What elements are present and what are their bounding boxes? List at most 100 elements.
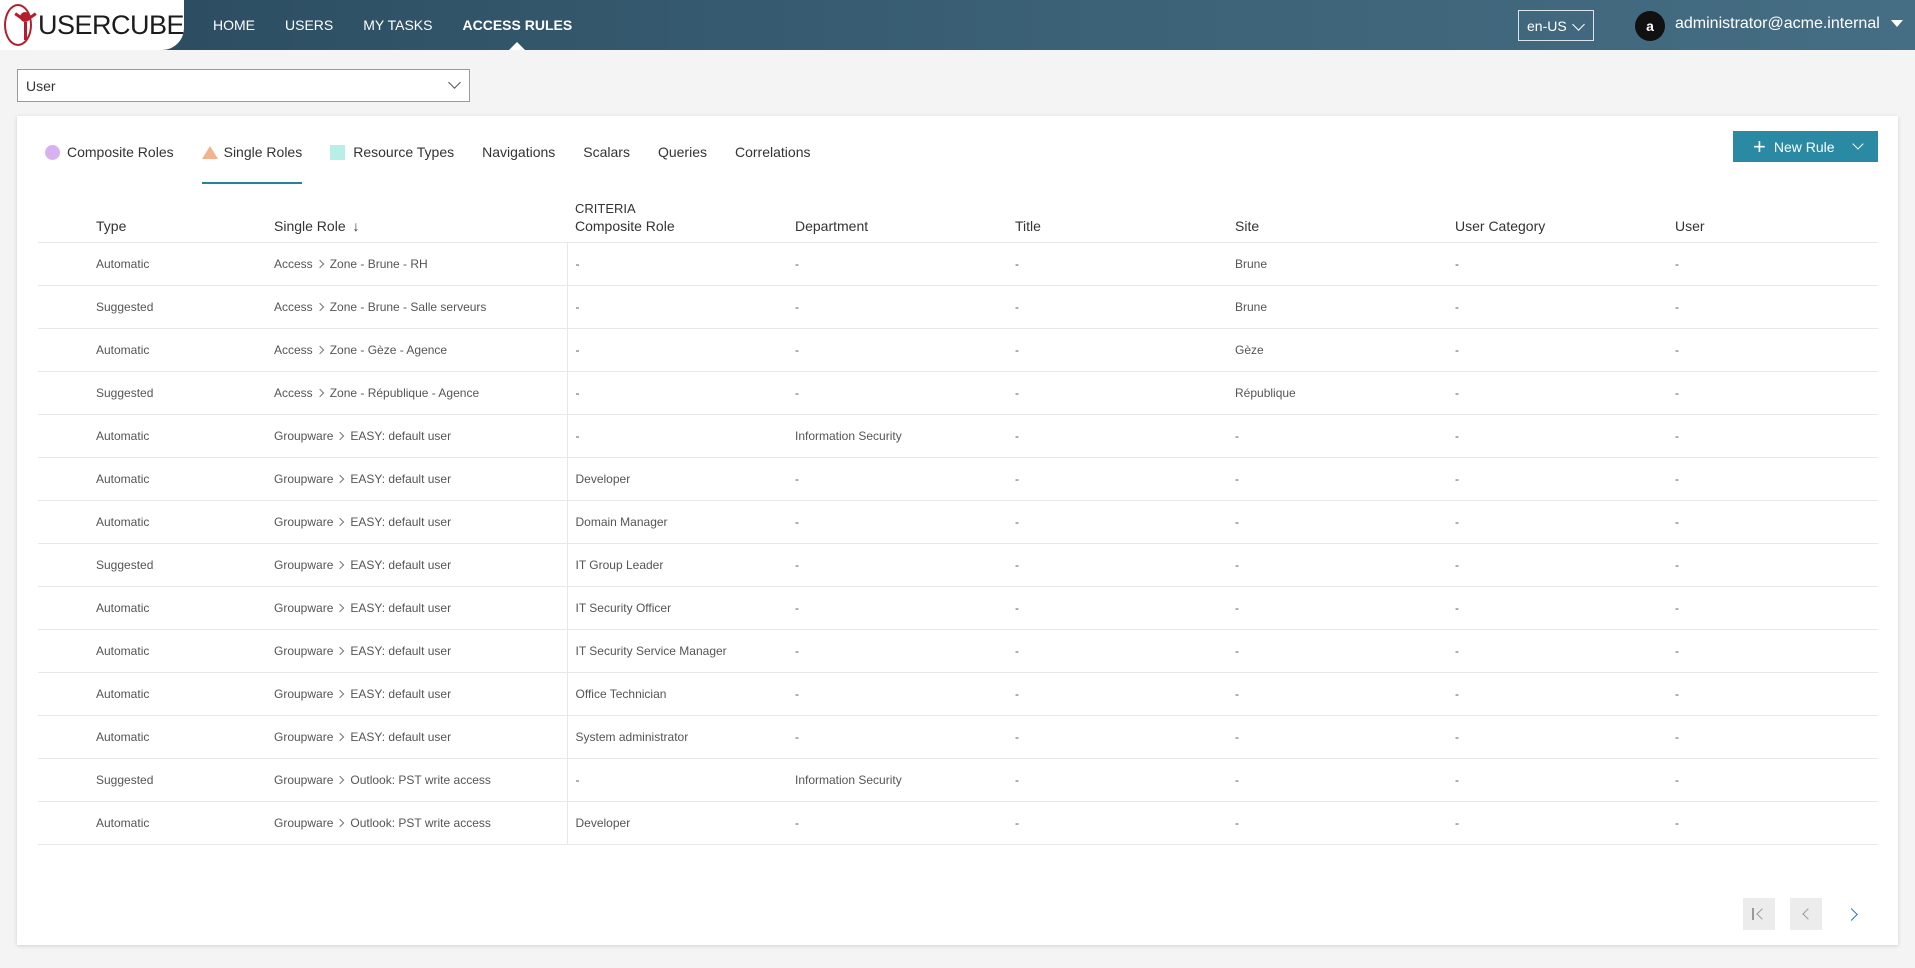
cell-type: Suggested bbox=[38, 371, 266, 415]
table-row[interactable]: Automatic Groupware EASY: default user IT S… bbox=[38, 629, 1878, 673]
tab-label: Composite Roles bbox=[67, 144, 174, 160]
cell-user: - bbox=[1667, 586, 1878, 630]
table-row[interactable]: Automatic Groupware EASY: default user Syst… bbox=[38, 715, 1878, 759]
cell-type: Automatic bbox=[38, 801, 266, 845]
cell-composite-role: - bbox=[567, 414, 787, 458]
tab-navigations[interactable]: Navigations bbox=[482, 144, 555, 184]
cell-user: - bbox=[1667, 543, 1878, 587]
table-row[interactable]: Automatic Access Zone - Brune - RH - - - Brune… bbox=[38, 242, 1878, 286]
cell-single-role[interactable]: Groupware EASY: default user bbox=[266, 414, 568, 458]
tab-correlations[interactable]: Correlations bbox=[735, 144, 810, 184]
cell-user: - bbox=[1667, 629, 1878, 673]
nav-home[interactable]: HOME bbox=[213, 0, 255, 50]
previous-page-button[interactable] bbox=[1790, 898, 1822, 930]
cell-site: Brune bbox=[1227, 242, 1447, 286]
table-row[interactable]: Automatic Groupware EASY: default user Offi… bbox=[38, 672, 1878, 716]
role-parent: Groupware bbox=[274, 772, 334, 787]
table-row[interactable]: Automatic Groupware EASY: default user Deve… bbox=[38, 457, 1878, 501]
nav-users[interactable]: USERS bbox=[285, 0, 333, 50]
column-header-department[interactable]: Department bbox=[787, 196, 1007, 243]
cell-composite-role: - bbox=[567, 758, 787, 802]
tab-single-roles[interactable]: Single Roles bbox=[201, 144, 302, 184]
entity-type-select[interactable]: User bbox=[17, 69, 470, 102]
cell-department: - bbox=[787, 586, 1007, 630]
column-header-type[interactable]: Type bbox=[38, 196, 266, 243]
tab-scalars[interactable]: Scalars bbox=[583, 144, 630, 184]
table-row[interactable]: Automatic Groupware EASY: default user - Inf… bbox=[38, 414, 1878, 458]
breadcrumb-chevron-icon bbox=[336, 560, 345, 569]
cell-user-category: - bbox=[1447, 500, 1667, 544]
cell-user: - bbox=[1667, 801, 1878, 845]
user-email[interactable]: administrator@acme.internal bbox=[1675, 15, 1880, 33]
column-header-site[interactable]: Site bbox=[1227, 196, 1447, 243]
cell-site: - bbox=[1227, 500, 1447, 544]
sort-descending-icon: ↓ bbox=[352, 217, 360, 234]
table-row[interactable]: Suggested Access Zone - République - Agenc… bbox=[38, 371, 1878, 415]
column-header-composite-role[interactable]: CRITERIA Composite Role bbox=[567, 196, 787, 243]
role-name: Outlook: PST write access bbox=[350, 815, 491, 830]
table-row[interactable]: Automatic Access Zone - Gèze - Agence - - - Gè… bbox=[38, 328, 1878, 372]
cell-user: - bbox=[1667, 242, 1878, 286]
table-row[interactable]: Automatic Groupware EASY: default user IT S… bbox=[38, 586, 1878, 630]
cell-single-role[interactable]: Groupware EASY: default user bbox=[266, 543, 568, 587]
cell-single-role[interactable]: Groupware EASY: default user bbox=[266, 672, 568, 716]
cell-single-role[interactable]: Groupware EASY: default user bbox=[266, 500, 568, 544]
next-page-button[interactable] bbox=[1837, 898, 1869, 930]
cell-single-role[interactable]: Groupware EASY: default user bbox=[266, 586, 568, 630]
cell-single-role[interactable]: Access Zone - Gèze - Agence bbox=[266, 328, 568, 372]
cell-composite-role: System administrator bbox=[567, 715, 787, 759]
column-header-title[interactable]: Title bbox=[1007, 196, 1227, 243]
cell-department: - bbox=[787, 328, 1007, 372]
tab-queries[interactable]: Queries bbox=[658, 144, 707, 184]
table-row[interactable]: Suggested Groupware Outlook: PST write acc… bbox=[38, 758, 1878, 802]
table-row[interactable]: Suggested Groupware EASY: default user IT G… bbox=[38, 543, 1878, 587]
column-header-single-role[interactable]: Single Role ↓ bbox=[266, 196, 567, 243]
language-select[interactable]: en-US bbox=[1518, 10, 1594, 41]
tab-label: Queries bbox=[657, 144, 707, 160]
role-name: EASY: default user bbox=[350, 428, 452, 443]
avatar[interactable]: a bbox=[1635, 11, 1665, 41]
column-header-user-category[interactable]: User Category bbox=[1447, 196, 1667, 243]
cell-type: Suggested bbox=[38, 285, 266, 329]
user-menu-caret-icon[interactable] bbox=[1891, 20, 1903, 27]
tab-composite-roles[interactable]: Composite Roles bbox=[45, 144, 174, 184]
cell-composite-role: IT Group Leader bbox=[567, 543, 787, 587]
usercube-logo[interactable]: USERCUBE bbox=[0, 0, 185, 50]
cell-title: - bbox=[1007, 242, 1227, 286]
cell-single-role[interactable]: Access Zone - République - Agence bbox=[266, 371, 568, 415]
cell-department: - bbox=[787, 457, 1007, 501]
cell-title: - bbox=[1007, 543, 1227, 587]
table-row[interactable]: Automatic Groupware EASY: default user Doma… bbox=[38, 500, 1878, 544]
cell-site: Gèze bbox=[1227, 328, 1447, 372]
role-parent: Groupware bbox=[274, 514, 334, 529]
cell-single-role[interactable]: Groupware EASY: default user bbox=[266, 715, 568, 759]
cell-title: - bbox=[1007, 457, 1227, 501]
role-name: Zone - Gèze - Agence bbox=[329, 342, 448, 357]
cell-department: - bbox=[787, 801, 1007, 845]
breadcrumb-chevron-icon bbox=[336, 517, 345, 526]
cell-single-role[interactable]: Access Zone - Brune - RH bbox=[266, 242, 568, 286]
cell-single-role[interactable]: Groupware EASY: default user bbox=[266, 457, 568, 501]
table-row[interactable]: Automatic Groupware Outlook: PST write acc… bbox=[38, 801, 1878, 845]
cell-single-role[interactable]: Groupware Outlook: PST write access bbox=[266, 801, 568, 845]
cell-single-role[interactable]: Access Zone - Brune - Salle serveurs bbox=[266, 285, 568, 329]
table-row[interactable]: Suggested Access Zone - Brune - Salle serv… bbox=[38, 285, 1878, 329]
breadcrumb-chevron-icon bbox=[315, 388, 324, 397]
cell-department: - bbox=[787, 715, 1007, 759]
cell-title: - bbox=[1007, 715, 1227, 759]
role-name: Zone - République - Agence bbox=[329, 385, 480, 400]
cell-site: - bbox=[1227, 758, 1447, 802]
cell-composite-role: - bbox=[567, 371, 787, 415]
role-parent: Groupware bbox=[274, 557, 334, 572]
cell-single-role[interactable]: Groupware Outlook: PST write access bbox=[266, 758, 568, 802]
cell-department: - bbox=[787, 285, 1007, 329]
column-header-user[interactable]: User bbox=[1667, 196, 1878, 243]
cell-type: Automatic bbox=[38, 672, 266, 716]
tab-resource-types[interactable]: Resource Types bbox=[330, 144, 454, 184]
cell-composite-role: - bbox=[567, 242, 787, 286]
nav-my-tasks[interactable]: MY TASKS bbox=[363, 0, 432, 50]
cell-single-role[interactable]: Groupware EASY: default user bbox=[266, 629, 568, 673]
nav-access-rules[interactable]: ACCESS RULES bbox=[462, 0, 572, 50]
first-page-button[interactable] bbox=[1743, 898, 1775, 930]
new-rule-button[interactable]: + New Rule bbox=[1733, 131, 1878, 162]
